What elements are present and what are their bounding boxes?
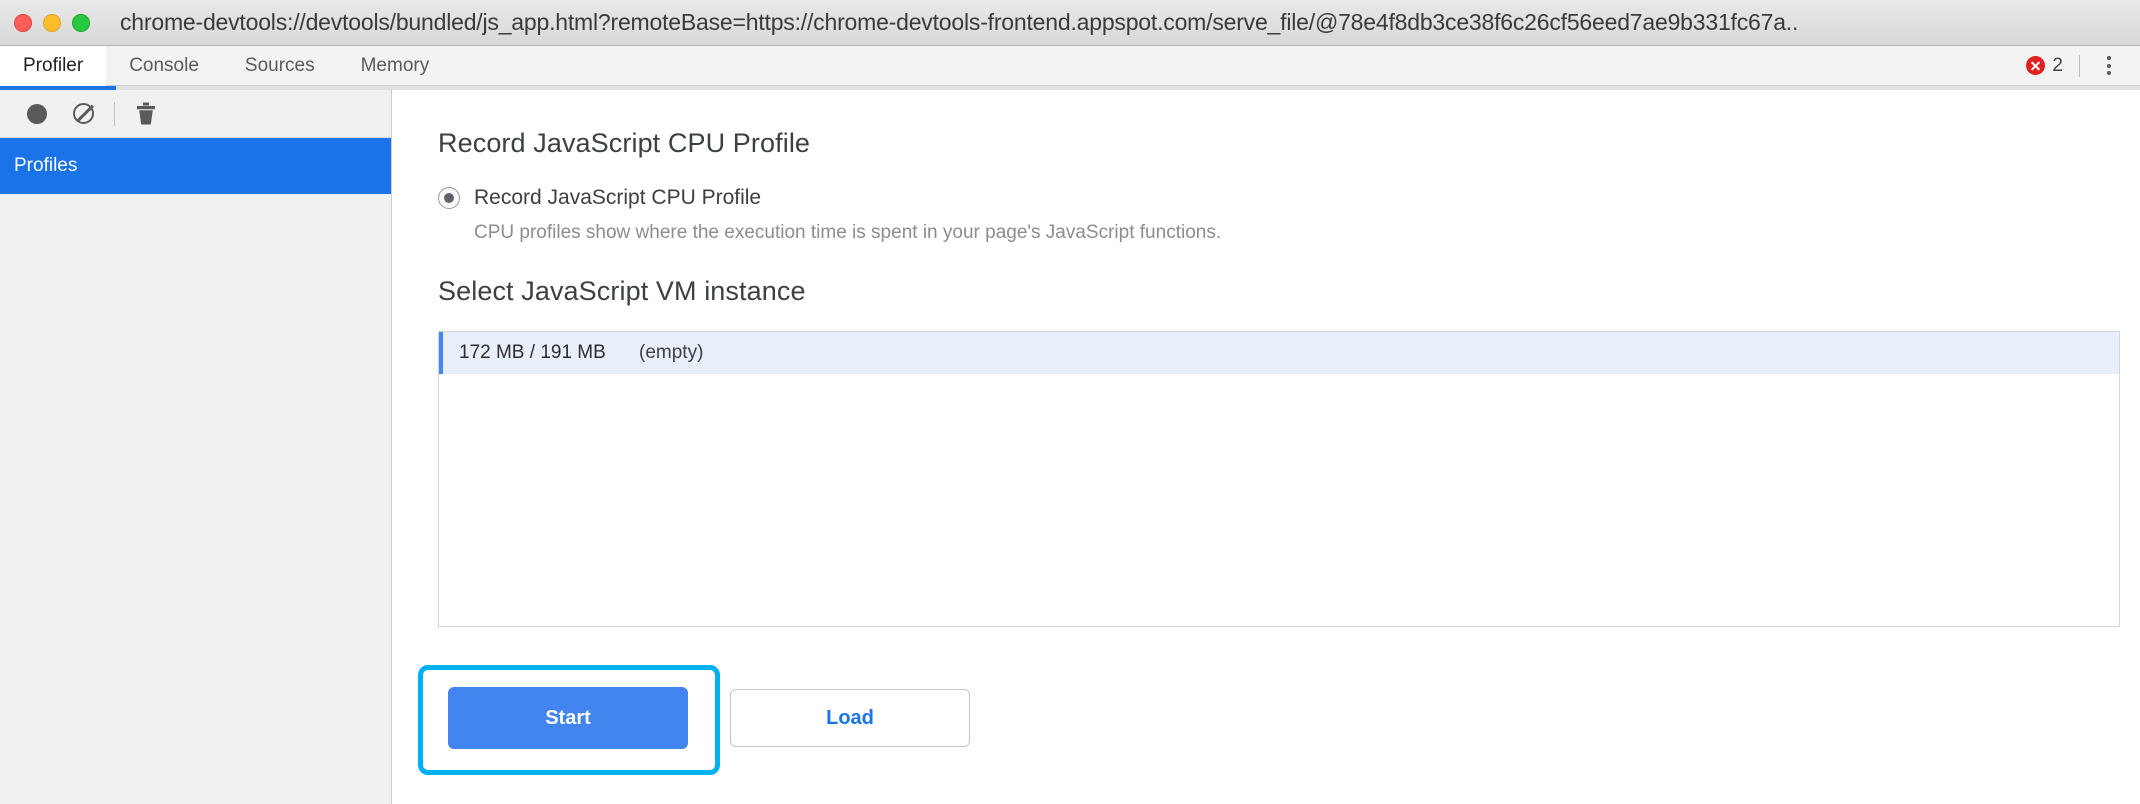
window-title-bar: chrome-devtools://devtools/bundled/js_ap… — [0, 0, 2140, 46]
sidebar-item-list: Profiles — [0, 138, 391, 804]
clear-button[interactable] — [60, 94, 106, 134]
trash-icon — [137, 102, 155, 124]
load-button[interactable]: Load — [730, 689, 970, 747]
tab-sources[interactable]: Sources — [222, 46, 338, 85]
sidebar-item-profiles-label: Profiles — [14, 155, 78, 176]
sidebar-toolbar — [0, 90, 391, 138]
record-profile-description: CPU profiles show where the execution ti… — [474, 222, 1222, 243]
window-title: chrome-devtools://devtools/bundled/js_ap… — [120, 9, 1799, 35]
sidebar: Profiles — [0, 90, 392, 804]
more-vertical-icon[interactable] — [2092, 56, 2126, 75]
vm-memory-usage: 172 MB / 191 MB — [459, 342, 606, 363]
tab-profiler[interactable]: Profiler — [0, 46, 107, 86]
error-count: 2 — [2052, 54, 2063, 76]
window-controls — [14, 13, 90, 32]
record-button[interactable] — [14, 94, 60, 134]
start-button[interactable]: Start — [448, 687, 688, 749]
tab-console-label: Console — [129, 54, 199, 76]
tab-profiler-label: Profiler — [23, 54, 84, 76]
tab-sources-label: Sources — [244, 54, 315, 76]
tab-list: Profiler Console Sources Memory — [0, 46, 453, 86]
record-profile-radio-label: Record JavaScript CPU Profile — [474, 186, 762, 209]
maximize-button[interactable] — [72, 13, 90, 32]
tab-console[interactable]: Console — [106, 46, 222, 85]
close-button[interactable] — [14, 13, 32, 32]
delete-button[interactable] — [123, 94, 169, 134]
profiler-main-panel: Record JavaScript CPU Profile Record Jav… — [392, 90, 2140, 804]
action-button-row: Start Load — [418, 665, 2140, 775]
minimize-button[interactable] — [43, 13, 61, 32]
tab-memory[interactable]: Memory — [338, 46, 453, 85]
tab-strip-actions: 2 — [2026, 46, 2140, 85]
record-icon — [27, 103, 47, 124]
sidebar-toolbar-divider — [114, 101, 115, 126]
error-badge[interactable]: 2 — [2026, 55, 2079, 77]
start-button-highlight-wrap: Start — [418, 665, 720, 775]
no-entry-icon — [72, 103, 94, 124]
record-profile-radio-row[interactable]: Record JavaScript CPU Profile — [438, 186, 2140, 210]
tab-memory-label: Memory — [360, 54, 430, 76]
progress-bar-fill — [0, 86, 116, 90]
error-circle-icon — [2026, 56, 2046, 75]
vm-instance-list[interactable]: 172 MB / 191 MB (empty) — [438, 331, 2120, 627]
select-vm-heading: Select JavaScript VM instance — [438, 276, 806, 306]
devtools-body: Profiles Record JavaScript CPU Profile R… — [0, 90, 2140, 804]
record-profile-radio[interactable] — [438, 187, 460, 209]
vm-instance-row[interactable]: 172 MB / 191 MB (empty) — [439, 332, 2119, 374]
toolbar-divider — [2079, 54, 2080, 77]
vm-state: (empty) — [639, 342, 704, 363]
record-section-heading: Record JavaScript CPU Profile — [438, 128, 811, 158]
devtools-tab-strip: Profiler Console Sources Memory 2 — [0, 46, 2140, 86]
sidebar-item-profiles[interactable]: Profiles — [0, 138, 391, 194]
